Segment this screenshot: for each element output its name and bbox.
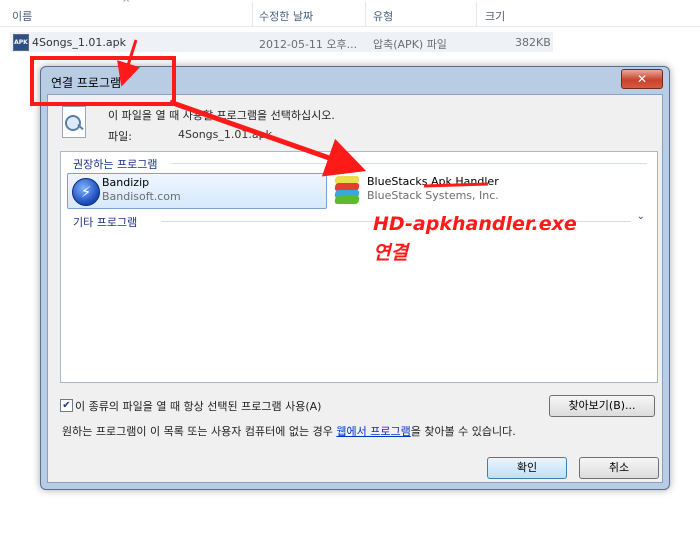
annotation-arrows: [117, 39, 489, 188]
arrow-to-dialog-title: [117, 39, 140, 87]
underline-apk-handler: [423, 182, 489, 188]
arrow-to-bluestacks: [169, 99, 367, 177]
